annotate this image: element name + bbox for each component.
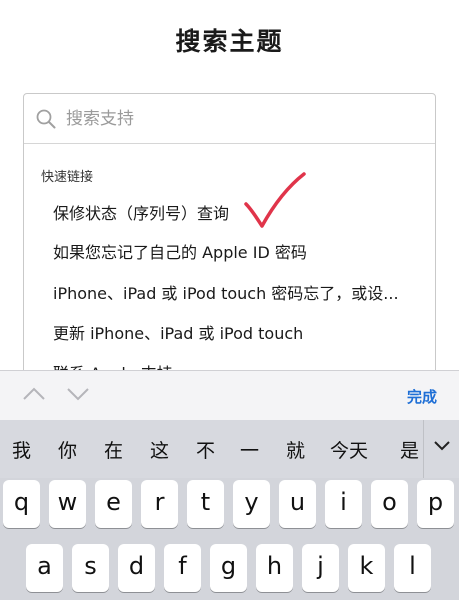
key-g[interactable]: g	[210, 544, 247, 592]
candidate-word[interactable]: 在	[104, 436, 123, 463]
search-icon	[36, 109, 56, 129]
chevron-down-icon[interactable]	[66, 386, 90, 406]
key-j[interactable]: j	[302, 544, 339, 592]
key-k[interactable]: k	[348, 544, 385, 592]
candidate-word[interactable]: 一	[240, 436, 259, 463]
key-d[interactable]: d	[118, 544, 155, 592]
key-u[interactable]: u	[279, 480, 316, 528]
link-warranty-status[interactable]: 保修状态（序列号）查询	[53, 200, 423, 224]
key-r[interactable]: r	[141, 480, 178, 528]
candidate-bar: 我 你 在 这 不 一 就 今天 是	[0, 420, 459, 478]
key-a[interactable]: a	[26, 544, 63, 592]
key-p[interactable]: p	[417, 480, 454, 528]
chevron-up-icon[interactable]	[22, 386, 46, 406]
key-q[interactable]: q	[3, 480, 40, 528]
key-t[interactable]: t	[187, 480, 224, 528]
candidate-word[interactable]: 不	[196, 436, 215, 463]
page-title: 搜索主题	[175, 27, 284, 56]
candidate-word[interactable]: 你	[58, 436, 77, 463]
key-i[interactable]: i	[325, 480, 362, 528]
link-forgot-apple-id[interactable]: 如果您忘记了自己的 Apple ID 密码	[53, 239, 423, 263]
candidate-word[interactable]: 是	[400, 436, 419, 463]
expand-candidates-button[interactable]	[423, 420, 459, 478]
search-bar[interactable]	[24, 94, 435, 144]
done-button[interactable]: 完成	[407, 386, 437, 407]
candidate-word[interactable]: 就	[286, 436, 305, 463]
support-search-panel: 快速链接 保修状态（序列号）查询 如果您忘记了自己的 Apple ID 密码 i…	[23, 93, 436, 383]
quick-links-label: 快速链接	[41, 170, 94, 185]
search-input[interactable]	[66, 108, 396, 129]
key-l[interactable]: l	[394, 544, 431, 592]
keyboard: 我 你 在 这 不 一 就 今天 是 q w e r t y u i o p a…	[0, 420, 459, 600]
candidate-word[interactable]: 这	[150, 436, 169, 463]
key-e[interactable]: e	[95, 480, 132, 528]
link-forgot-passcode[interactable]: iPhone、iPad 或 iPod touch 密码忘了，或设...	[53, 280, 423, 304]
key-f[interactable]: f	[164, 544, 201, 592]
key-y[interactable]: y	[233, 480, 270, 528]
key-o[interactable]: o	[371, 480, 408, 528]
candidate-word[interactable]: 我	[12, 436, 31, 463]
key-s[interactable]: s	[72, 544, 109, 592]
keyboard-toolbar: 完成	[0, 370, 459, 420]
key-h[interactable]: h	[256, 544, 293, 592]
link-update-device[interactable]: 更新 iPhone、iPad 或 iPod touch	[53, 320, 423, 344]
handwritten-checkmark-annotation	[242, 170, 312, 236]
key-w[interactable]: w	[49, 480, 86, 528]
candidate-word[interactable]: 今天	[330, 436, 368, 463]
